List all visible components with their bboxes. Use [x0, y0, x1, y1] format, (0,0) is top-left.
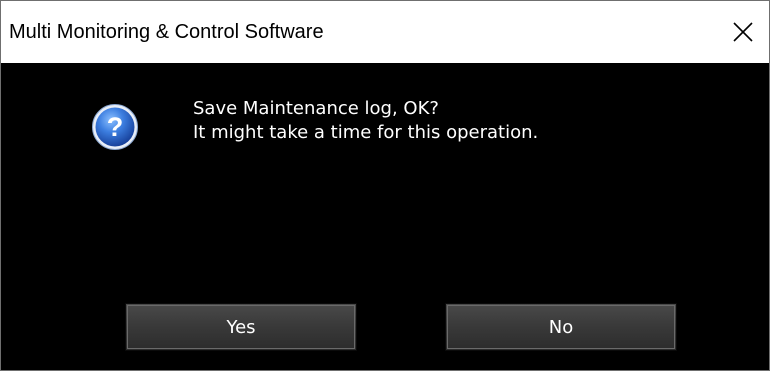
title-bar: Multi Monitoring & Control Software [1, 1, 769, 63]
message-line-1: Save Maintenance log, OK? [193, 98, 439, 119]
svg-text:?: ? [107, 112, 124, 142]
no-button[interactable]: No [445, 303, 677, 351]
question-icon: ? [92, 104, 138, 150]
close-button[interactable] [717, 1, 769, 63]
message-line-2: It might take a time for this operation. [193, 122, 539, 143]
yes-button[interactable]: Yes [125, 303, 357, 351]
window-title: Multi Monitoring & Control Software [9, 21, 324, 43]
close-icon [733, 22, 753, 42]
dialog-window: Multi Monitoring & Control Software ? Sa… [0, 0, 770, 371]
dialog-message: Save Maintenance log, OK? It might take … [193, 97, 538, 145]
